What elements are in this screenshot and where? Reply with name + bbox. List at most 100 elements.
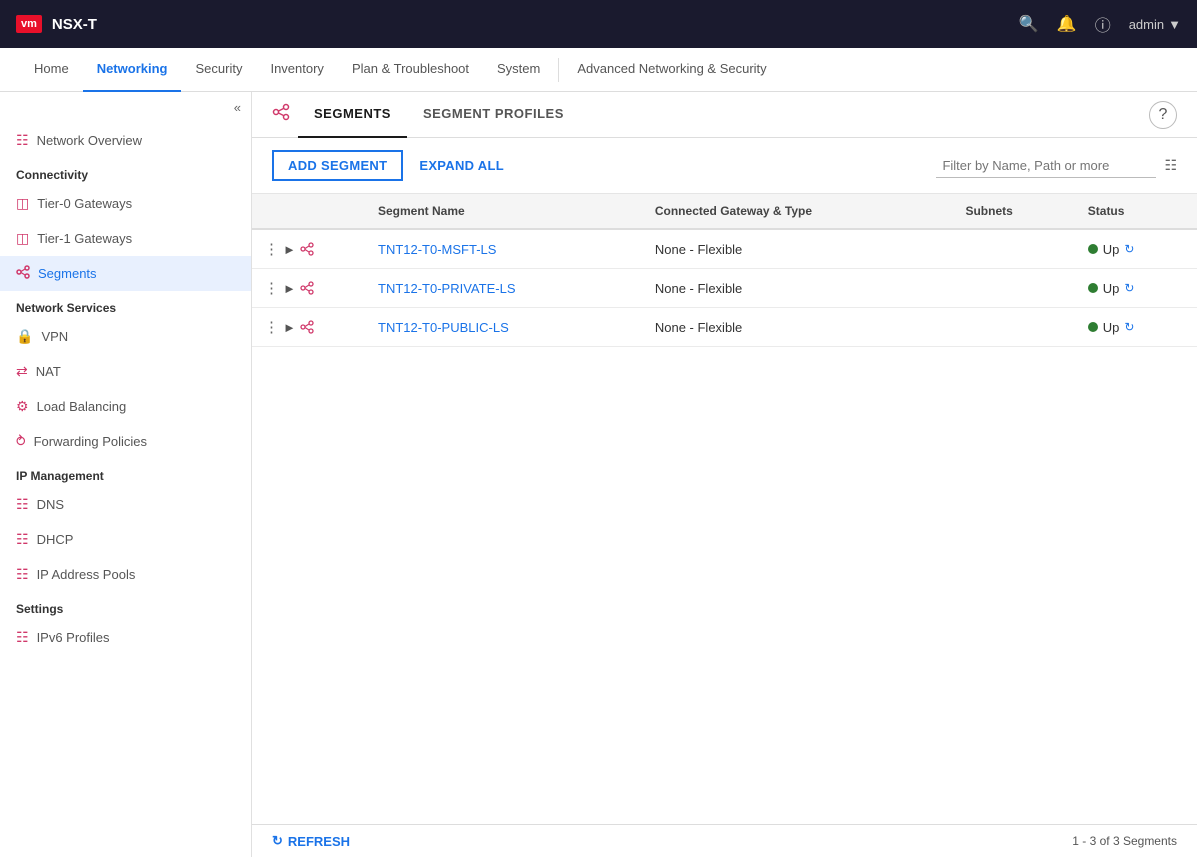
pagination-text: 1 - 3 of 3 Segments xyxy=(1072,834,1177,848)
more-icon[interactable]: ⋮ xyxy=(264,240,279,258)
sidebar-item-dns[interactable]: ☷ DNS xyxy=(0,487,251,522)
topbar-icons: 🔍 🔔 ⓘ admin ▼ xyxy=(1019,12,1181,36)
col-actions xyxy=(252,194,366,229)
refresh-label: REFRESH xyxy=(288,834,350,849)
sidebar-group-ip-management: IP Management xyxy=(0,459,251,487)
refresh-button[interactable]: ↻ REFRESH xyxy=(272,833,350,849)
status-dot xyxy=(1088,244,1098,254)
col-gateway: Connected Gateway & Type xyxy=(643,194,954,229)
expand-all-button[interactable]: EXPAND ALL xyxy=(419,158,504,173)
expand-icon[interactable]: ► xyxy=(283,281,296,296)
help-icon[interactable]: ? xyxy=(1149,101,1177,129)
segments-icon xyxy=(16,265,30,282)
user-label: admin xyxy=(1129,17,1164,32)
sidebar-item-label: DHCP xyxy=(37,532,74,547)
help-icon[interactable]: ⓘ xyxy=(1095,12,1111,36)
more-icon[interactable]: ⋮ xyxy=(264,279,279,297)
sidebar-item-ip-address-pools[interactable]: ☷ IP Address Pools xyxy=(0,557,251,592)
nav-security[interactable]: Security xyxy=(181,48,256,92)
main-content: SEGMENTS SEGMENT PROFILES ? ADD SEGMENT … xyxy=(252,92,1197,857)
bell-icon[interactable]: 🔔 xyxy=(1057,14,1077,34)
tier0-icon: ◫ xyxy=(16,195,29,212)
col-name: Segment Name xyxy=(366,194,643,229)
status-label: Up xyxy=(1103,281,1120,296)
status-dot xyxy=(1088,322,1098,332)
more-icon[interactable]: ⋮ xyxy=(264,318,279,336)
sidebar-item-label: Network Overview xyxy=(37,133,142,148)
app-logo: vm NSX-T xyxy=(16,15,97,33)
main-layout: « ☷ Network Overview Connectivity ◫ Tier… xyxy=(0,92,1197,857)
nav-networking[interactable]: Networking xyxy=(83,48,182,92)
sidebar: « ☷ Network Overview Connectivity ◫ Tier… xyxy=(0,92,252,857)
sidebar-item-segments[interactable]: Segments xyxy=(0,256,251,291)
sidebar-item-dhcp[interactable]: ☷ DHCP xyxy=(0,522,251,557)
nav-home[interactable]: Home xyxy=(20,48,83,92)
tab-segment-profiles[interactable]: SEGMENT PROFILES xyxy=(407,92,580,138)
sidebar-item-label: Tier-1 Gateways xyxy=(37,231,132,246)
expand-icon[interactable]: ► xyxy=(283,242,296,257)
row-actions: ⋮ ► xyxy=(264,279,354,297)
sidebar-item-lb[interactable]: ⚙ Load Balancing xyxy=(0,389,251,424)
row-refresh-icon[interactable]: ↻ xyxy=(1124,281,1134,295)
collapse-icon: « xyxy=(234,100,241,115)
row-refresh-icon[interactable]: ↻ xyxy=(1124,242,1134,256)
sidebar-item-label: DNS xyxy=(37,497,64,512)
row-refresh-icon[interactable]: ↻ xyxy=(1124,320,1134,334)
sidebar-item-network-overview[interactable]: ☷ Network Overview xyxy=(0,123,251,158)
nav-plan[interactable]: Plan & Troubleshoot xyxy=(338,48,483,92)
user-chevron-icon: ▼ xyxy=(1168,17,1181,32)
status-cell: Up ↻ xyxy=(1088,281,1185,296)
user-menu[interactable]: admin ▼ xyxy=(1129,17,1181,32)
sidebar-item-label: NAT xyxy=(36,364,61,379)
status-dot xyxy=(1088,283,1098,293)
navbar-separator xyxy=(558,58,559,82)
sidebar-collapse-btn[interactable]: « xyxy=(0,92,251,123)
col-status: Status xyxy=(1076,194,1197,229)
sidebar-item-label: Segments xyxy=(38,266,97,281)
sidebar-item-forwarding-policies[interactable]: ⥁ Forwarding Policies xyxy=(0,424,251,459)
table-row: ⋮ ► xyxy=(252,308,1197,347)
subnets-cell xyxy=(953,229,1075,269)
subnets-cell xyxy=(953,308,1075,347)
table-row: ⋮ ► xyxy=(252,269,1197,308)
filter-icon[interactable]: ☷ xyxy=(1164,157,1177,174)
status-cell: Up ↻ xyxy=(1088,320,1185,335)
sidebar-group-settings: Settings xyxy=(0,592,251,620)
filter-container: ☷ xyxy=(936,154,1177,178)
topbar: vm NSX-T 🔍 🔔 ⓘ admin ▼ xyxy=(0,0,1197,48)
search-icon[interactable]: 🔍 xyxy=(1019,14,1039,34)
vpn-icon: 🔒 xyxy=(16,328,33,345)
fp-icon: ⥁ xyxy=(16,433,26,450)
sidebar-group-connectivity: Connectivity xyxy=(0,158,251,186)
sidebar-item-vpn[interactable]: 🔒 VPN xyxy=(0,319,251,354)
dhcp-icon: ☷ xyxy=(16,531,29,548)
row-actions: ⋮ ► xyxy=(264,318,354,336)
add-segment-button[interactable]: ADD SEGMENT xyxy=(272,150,403,181)
sidebar-item-label: IP Address Pools xyxy=(37,567,136,582)
sidebar-item-label: Tier-0 Gateways xyxy=(37,196,132,211)
table-row: ⋮ ► xyxy=(252,229,1197,269)
sidebar-item-nat[interactable]: ⇄ NAT xyxy=(0,354,251,389)
sidebar-item-label: Forwarding Policies xyxy=(34,434,147,449)
toolbar: ADD SEGMENT EXPAND ALL ☷ xyxy=(252,138,1197,194)
status-cell: Up ↻ xyxy=(1088,242,1185,257)
segment-name-link[interactable]: TNT12-T0-PUBLIC-LS xyxy=(378,320,509,335)
segment-name-link[interactable]: TNT12-T0-MSFT-LS xyxy=(378,242,496,257)
nav-inventory[interactable]: Inventory xyxy=(256,48,337,92)
segment-name-link[interactable]: TNT12-T0-PRIVATE-LS xyxy=(378,281,515,296)
sidebar-item-ipv6-profiles[interactable]: ☷ IPv6 Profiles xyxy=(0,620,251,655)
tab-segments[interactable]: SEGMENTS xyxy=(298,92,407,138)
sidebar-group-network-services: Network Services xyxy=(0,291,251,319)
nav-advanced[interactable]: Advanced Networking & Security xyxy=(563,48,780,92)
nav-system[interactable]: System xyxy=(483,48,554,92)
filter-input[interactable] xyxy=(936,154,1156,178)
subnets-cell xyxy=(953,269,1075,308)
sidebar-item-tier0[interactable]: ◫ Tier-0 Gateways xyxy=(0,186,251,221)
sidebar-item-tier1[interactable]: ◫ Tier-1 Gateways xyxy=(0,221,251,256)
gateway-cell: None - Flexible xyxy=(643,229,954,269)
status-label: Up xyxy=(1103,242,1120,257)
gateway-cell: None - Flexible xyxy=(643,308,954,347)
col-subnets: Subnets xyxy=(953,194,1075,229)
tier1-icon: ◫ xyxy=(16,230,29,247)
expand-icon[interactable]: ► xyxy=(283,320,296,335)
